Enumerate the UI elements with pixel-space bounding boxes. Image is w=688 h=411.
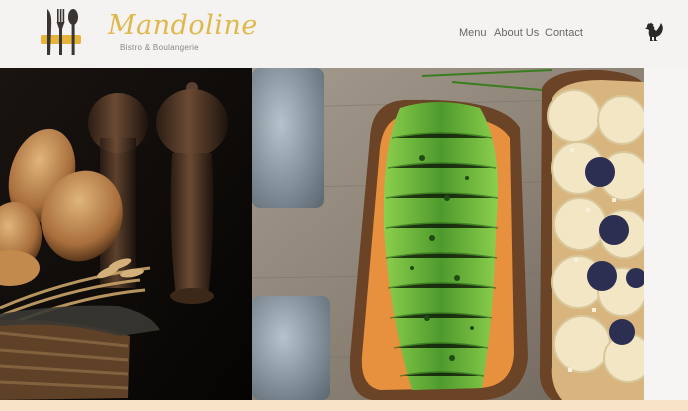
hero-section [0,68,644,400]
footer-bar [0,400,688,411]
avocado-toast-photo [252,68,644,400]
rooster-icon[interactable] [643,20,665,42]
brand-tagline: Bistro & Boulangerie [120,43,199,52]
fork-knife-spoon-icon[interactable] [40,7,82,57]
page-margin [644,68,688,400]
nav-item-about-us[interactable]: About Us [494,27,539,39]
nav-item-contact[interactable]: Contact [545,27,583,39]
bread-basket-photo [0,68,252,400]
brand-name: Mandoline [108,10,258,41]
site-header: Mandoline Bistro & Boulangerie Menu Abou… [0,0,688,68]
nav-item-menu[interactable]: Menu [459,27,487,39]
